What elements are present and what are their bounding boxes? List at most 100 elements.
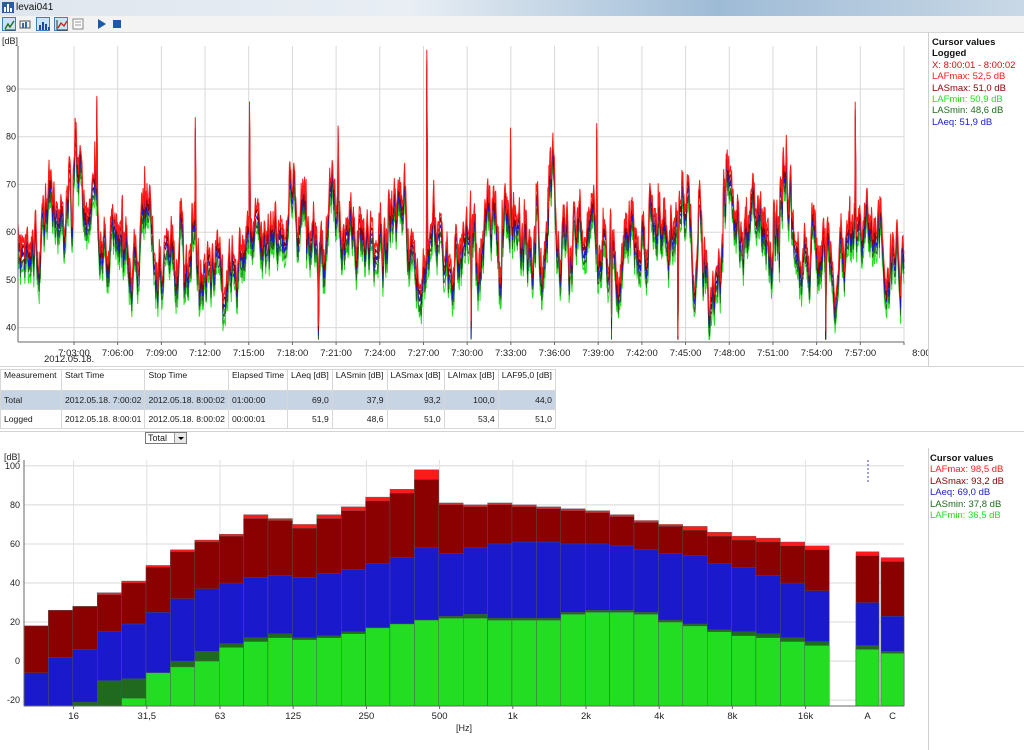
table-row[interactable]: Total 2012.05.18. 7:00:02 2012.05.18. 8:… — [0, 390, 556, 410]
bar-laeq — [48, 656, 74, 707]
bar-lasmin — [72, 701, 98, 707]
xtick-label: 7:57:00 — [844, 348, 876, 359]
spectrum-cursor-panel: Cursor values LAFmax: 98,5 dB LASmax: 93,… — [930, 453, 1004, 521]
bar-lafmin — [218, 647, 244, 707]
statistics-button[interactable] — [54, 17, 68, 31]
line-graph-button[interactable] — [2, 17, 16, 31]
spectrum-xticks: 16 31,5 63 125 250 500 1k 2k 4k 8k 16k A C — [68, 706, 896, 722]
xtick-label: 2k — [581, 711, 591, 722]
bar-lafmin — [780, 641, 806, 707]
ytick-label: 40 — [10, 578, 20, 588]
ytick-label: 60 — [10, 539, 20, 549]
header-start-time[interactable]: Start Time — [60, 369, 146, 391]
xtick-label: C — [889, 711, 896, 722]
header-elapsed-time[interactable]: Elapsed Time — [227, 369, 289, 391]
xtick-label: 8k — [727, 711, 737, 722]
xtick-label: 1k — [508, 711, 518, 722]
header-stop-time[interactable]: Stop Time — [144, 369, 229, 391]
bar-lafmin — [267, 637, 293, 707]
report-button[interactable] — [71, 17, 85, 31]
cell-start-time: 2012.05.18. 7:00:02 — [60, 390, 146, 410]
cursor-value-line: LAeq: 69,0 dB — [930, 487, 991, 499]
cell-start-time: 2012.05.18. 8:00:01 — [60, 409, 146, 429]
time-chart-date-label: 2012.05.18. — [44, 354, 94, 365]
bar-spectrum-button[interactable] — [18, 17, 32, 31]
spectrum-select-value: Total — [148, 433, 168, 443]
ytick-label: 80 — [6, 132, 16, 142]
cell-lasmax: 51,0 — [386, 409, 445, 429]
stop-icon — [113, 20, 121, 28]
bar-lafmin — [609, 612, 635, 707]
measurement-table: Measurement Start Time Stop Time Elapsed… — [0, 369, 556, 429]
cell-lasmin: 37,9 — [331, 390, 388, 410]
bar-lafmin — [316, 637, 342, 707]
cell-stop-time: 2012.05.18. 8:00:02 — [144, 390, 229, 410]
xtick-label: 7:54:00 — [801, 348, 833, 359]
dropdown-button[interactable] — [174, 433, 186, 443]
header-lasmax[interactable]: LASmax [dB] — [386, 369, 445, 391]
bar-lafmin — [536, 619, 562, 707]
bar-spectrum-icon — [19, 20, 31, 29]
xtick-label: 7:27:00 — [408, 348, 440, 359]
ytick-label: 50 — [6, 275, 16, 285]
bar-lafmin — [707, 631, 732, 707]
bar-lafmin — [560, 614, 586, 707]
xtick-label: 7:15:00 — [233, 348, 265, 359]
xtick-label: 7:18:00 — [277, 348, 309, 359]
xtick-label: 500 — [432, 711, 448, 722]
spectrum-cursor-title: Cursor values — [930, 453, 994, 464]
play-icon — [98, 19, 106, 29]
bar-lafmin — [194, 660, 220, 707]
header-lasmin[interactable]: LASmin [dB] — [331, 369, 388, 391]
xtick-label: 8:00:00 — [912, 348, 928, 359]
xtick-label: 7:30:00 — [451, 348, 483, 359]
time-history-chart[interactable]: [dB] 405060708090 7:03:00 7:06:00 7:09:00 7… — [0, 32, 928, 366]
measurement-table-panel: Measurement Start Time Stop Time Elapsed… — [0, 366, 1024, 432]
bar-lafmin — [243, 641, 269, 707]
xtick-label: 7:42:00 — [626, 348, 658, 359]
xtick-label: 7:09:00 — [146, 348, 178, 359]
stop-button[interactable] — [110, 17, 124, 31]
cursor-value-line: LASmin: 37,8 dB — [930, 498, 1002, 510]
ytick-label: 40 — [6, 323, 16, 333]
bar-lafmin — [121, 697, 147, 707]
header-laeq[interactable]: LAeq [dB] — [287, 369, 333, 391]
cursor-values-title: Cursor values — [932, 37, 996, 48]
bar-lafmin — [511, 619, 537, 707]
bar-lafmin — [880, 653, 905, 707]
spectrum-select[interactable]: Total — [145, 432, 187, 444]
header-measurement[interactable]: Measurement — [0, 369, 62, 391]
time-chart-yticks: 40 50 60 70 80 90 — [6, 84, 16, 333]
table-row[interactable]: Logged 2012.05.18. 8:00:01 2012.05.18. 8… — [0, 409, 556, 429]
spectrum-chart[interactable]: [dB] -20020406080100 16 31,5 63 125 250 500 1k… — [0, 448, 928, 748]
ytick-label: -20 — [7, 695, 20, 705]
cell-stop-time: 2012.05.18. 8:00:02 — [144, 409, 229, 429]
header-laimax[interactable]: LAImax [dB] — [443, 369, 499, 391]
toolbar — [0, 16, 1024, 33]
cursor-value-line: LAFmax: 98,5 dB — [930, 464, 1004, 476]
app-icon — [2, 2, 14, 13]
play-button[interactable] — [94, 17, 108, 31]
header-laf95[interactable]: LAF95,0 [dB] — [497, 369, 556, 391]
cursor-value-line: X: 8:00:01 - 8:00:02 — [932, 59, 1016, 71]
cell-lasmin: 48,6 — [331, 409, 388, 429]
xtick-label: 7:48:00 — [713, 348, 745, 359]
bar-lafmin — [585, 612, 610, 707]
bar-lafmin — [145, 672, 171, 707]
cursor-value-line: LASmax: 93,2 dB — [930, 475, 1004, 487]
xtick-label: 4k — [654, 711, 664, 722]
histogram-button[interactable] — [36, 17, 50, 31]
ytick-label: 80 — [10, 500, 20, 510]
bar-lafmin — [855, 649, 880, 707]
chevron-down-icon — [178, 437, 184, 440]
cell-elapsed-time: 00:00:01 — [227, 409, 289, 429]
upper-panel-divider — [928, 32, 929, 366]
spectrum-yticks: -20 0 20 40 60 80 100 — [5, 461, 20, 705]
bar-laeq — [23, 672, 49, 707]
xtick-label: 63 — [215, 711, 226, 722]
cell-laimax: 53,4 — [443, 409, 499, 429]
cell-laeq: 51,9 — [287, 409, 333, 429]
table-header-row: Measurement Start Time Stop Time Elapsed… — [0, 369, 556, 391]
cursor-logged-title: Logged — [932, 48, 967, 60]
xtick-label: 250 — [358, 711, 374, 722]
